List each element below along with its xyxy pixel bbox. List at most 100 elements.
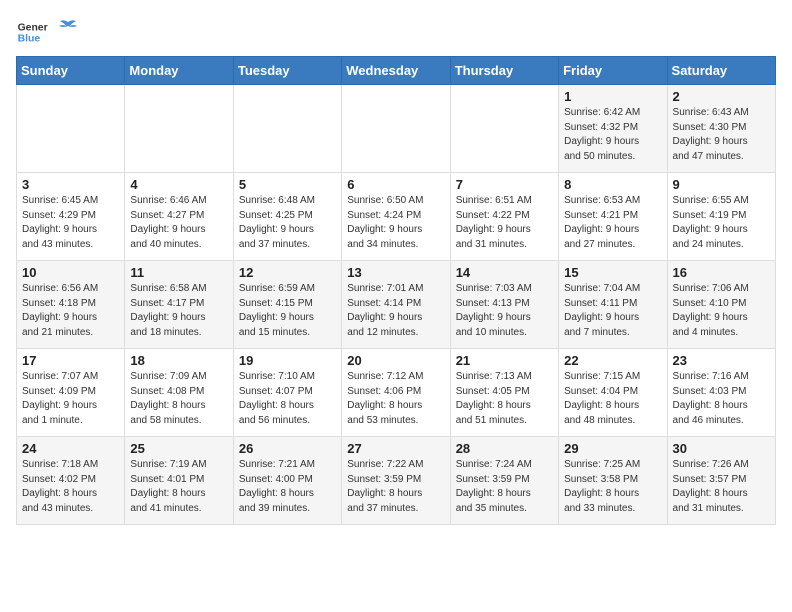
calendar-cell: 17 Sunrise: 7:07 AM Sunset: 4:09 PM Dayli…	[17, 349, 125, 437]
day-number: 25	[130, 441, 227, 456]
day-number: 15	[564, 265, 661, 280]
calendar-cell: 27 Sunrise: 7:22 AM Sunset: 3:59 PM Dayli…	[342, 437, 450, 525]
calendar-cell: 25 Sunrise: 7:19 AM Sunset: 4:01 PM Dayli…	[125, 437, 233, 525]
calendar-cell: 5 Sunrise: 6:48 AM Sunset: 4:25 PM Daylig…	[233, 173, 341, 261]
day-info: Sunrise: 7:09 AM Sunset: 4:08 PM Dayligh…	[130, 370, 227, 428]
day-info: Sunrise: 6:51 AM Sunset: 4:22 PM Dayligh…	[456, 194, 553, 252]
calendar-cell: 26 Sunrise: 7:21 AM Sunset: 4:00 PM Dayli…	[233, 437, 341, 525]
calendar-cell: 1 Sunrise: 6:42 AM Sunset: 4:32 PM Daylig…	[559, 85, 667, 173]
calendar-cell: 12 Sunrise: 6:59 AM Sunset: 4:15 PM Dayli…	[233, 261, 341, 349]
day-number: 17	[22, 353, 119, 368]
day-info: Sunrise: 7:24 AM Sunset: 3:59 PM Dayligh…	[456, 458, 553, 516]
day-number: 10	[22, 265, 119, 280]
day-number: 26	[239, 441, 336, 456]
day-info: Sunrise: 7:06 AM Sunset: 4:10 PM Dayligh…	[673, 282, 770, 340]
day-number: 3	[22, 177, 119, 192]
calendar-cell: 2Sunrise: 6:43 AM Sunset: 4:30 PM Daylig…	[667, 85, 775, 173]
day-info: Sunrise: 6:59 AM Sunset: 4:15 PM Dayligh…	[239, 282, 336, 340]
week-row-1: 1 Sunrise: 6:42 AM Sunset: 4:32 PM Daylig…	[17, 85, 776, 173]
page-header: General Blue	[16, 16, 776, 48]
calendar-cell: 6Sunrise: 6:50 AM Sunset: 4:24 PM Daylig…	[342, 173, 450, 261]
week-row-2: 3 Sunrise: 6:45 AM Sunset: 4:29 PM Daylig…	[17, 173, 776, 261]
calendar-cell	[17, 85, 125, 173]
calendar-cell: 10 Sunrise: 6:56 AM Sunset: 4:18 PM Dayli…	[17, 261, 125, 349]
calendar-cell: 9 Sunrise: 6:55 AM Sunset: 4:19 PM Daylig…	[667, 173, 775, 261]
day-info: Sunrise: 7:19 AM Sunset: 4:01 PM Dayligh…	[130, 458, 227, 516]
calendar-cell: 15 Sunrise: 7:04 AM Sunset: 4:11 PM Dayli…	[559, 261, 667, 349]
calendar-cell: 20 Sunrise: 7:12 AM Sunset: 4:06 PM Dayli…	[342, 349, 450, 437]
calendar-cell	[342, 85, 450, 173]
day-info: Sunrise: 7:26 AM Sunset: 3:57 PM Dayligh…	[673, 458, 770, 516]
day-info: Sunrise: 7:07 AM Sunset: 4:09 PM Dayligh…	[22, 370, 119, 428]
day-number: 16	[673, 265, 770, 280]
day-info: Sunrise: 6:46 AM Sunset: 4:27 PM Dayligh…	[130, 194, 227, 252]
day-info: Sunrise: 6:45 AM Sunset: 4:29 PM Dayligh…	[22, 194, 119, 252]
header-thursday: Thursday	[450, 57, 558, 85]
calendar-cell	[233, 85, 341, 173]
day-number: 20	[347, 353, 444, 368]
header-tuesday: Tuesday	[233, 57, 341, 85]
calendar-cell: 19 Sunrise: 7:10 AM Sunset: 4:07 PM Dayli…	[233, 349, 341, 437]
day-info: Sunrise: 6:53 AM Sunset: 4:21 PM Dayligh…	[564, 194, 661, 252]
calendar-cell: 4 Sunrise: 6:46 AM Sunset: 4:27 PM Daylig…	[125, 173, 233, 261]
day-number: 18	[130, 353, 227, 368]
day-number: 9	[673, 177, 770, 192]
calendar-header-row: SundayMondayTuesdayWednesdayThursdayFrid…	[17, 57, 776, 85]
day-number: 14	[456, 265, 553, 280]
day-number: 19	[239, 353, 336, 368]
day-info: Sunrise: 7:25 AM Sunset: 3:58 PM Dayligh…	[564, 458, 661, 516]
calendar-table: SundayMondayTuesdayWednesdayThursdayFrid…	[16, 56, 776, 525]
day-number: 11	[130, 265, 227, 280]
calendar-cell: 23Sunrise: 7:16 AM Sunset: 4:03 PM Dayli…	[667, 349, 775, 437]
day-info: Sunrise: 6:58 AM Sunset: 4:17 PM Dayligh…	[130, 282, 227, 340]
calendar-cell: 3 Sunrise: 6:45 AM Sunset: 4:29 PM Daylig…	[17, 173, 125, 261]
day-number: 22	[564, 353, 661, 368]
calendar-cell: 22 Sunrise: 7:15 AM Sunset: 4:04 PM Dayli…	[559, 349, 667, 437]
day-number: 5	[239, 177, 336, 192]
calendar-cell: 8 Sunrise: 6:53 AM Sunset: 4:21 PM Daylig…	[559, 173, 667, 261]
day-info: Sunrise: 6:48 AM Sunset: 4:25 PM Dayligh…	[239, 194, 336, 252]
day-info: Sunrise: 7:21 AM Sunset: 4:00 PM Dayligh…	[239, 458, 336, 516]
day-number: 12	[239, 265, 336, 280]
day-info: Sunrise: 7:22 AM Sunset: 3:59 PM Dayligh…	[347, 458, 444, 516]
calendar-cell: 13Sunrise: 7:01 AM Sunset: 4:14 PM Dayli…	[342, 261, 450, 349]
day-info: Sunrise: 7:03 AM Sunset: 4:13 PM Dayligh…	[456, 282, 553, 340]
calendar-cell	[125, 85, 233, 173]
svg-text:Blue: Blue	[18, 34, 41, 45]
calendar-cell: 7Sunrise: 6:51 AM Sunset: 4:22 PM Daylig…	[450, 173, 558, 261]
day-number: 27	[347, 441, 444, 456]
day-info: Sunrise: 7:10 AM Sunset: 4:07 PM Dayligh…	[239, 370, 336, 428]
day-number: 8	[564, 177, 661, 192]
calendar-cell: 11 Sunrise: 6:58 AM Sunset: 4:17 PM Dayli…	[125, 261, 233, 349]
day-number: 4	[130, 177, 227, 192]
header-wednesday: Wednesday	[342, 57, 450, 85]
calendar-cell: 16 Sunrise: 7:06 AM Sunset: 4:10 PM Dayli…	[667, 261, 775, 349]
day-info: Sunrise: 6:55 AM Sunset: 4:19 PM Dayligh…	[673, 194, 770, 252]
day-number: 2	[673, 89, 770, 104]
calendar-cell	[450, 85, 558, 173]
calendar-cell: 30Sunrise: 7:26 AM Sunset: 3:57 PM Dayli…	[667, 437, 775, 525]
day-number: 6	[347, 177, 444, 192]
header-saturday: Saturday	[667, 57, 775, 85]
day-number: 1	[564, 89, 661, 104]
day-info: Sunrise: 7:18 AM Sunset: 4:02 PM Dayligh…	[22, 458, 119, 516]
calendar-cell: 24 Sunrise: 7:18 AM Sunset: 4:02 PM Dayli…	[17, 437, 125, 525]
day-info: Sunrise: 6:42 AM Sunset: 4:32 PM Dayligh…	[564, 106, 661, 164]
week-row-3: 10 Sunrise: 6:56 AM Sunset: 4:18 PM Dayli…	[17, 261, 776, 349]
day-info: Sunrise: 7:16 AM Sunset: 4:03 PM Dayligh…	[673, 370, 770, 428]
header-friday: Friday	[559, 57, 667, 85]
day-info: Sunrise: 7:13 AM Sunset: 4:05 PM Dayligh…	[456, 370, 553, 428]
day-info: Sunrise: 7:04 AM Sunset: 4:11 PM Dayligh…	[564, 282, 661, 340]
day-number: 28	[456, 441, 553, 456]
day-number: 24	[22, 441, 119, 456]
calendar-cell: 21Sunrise: 7:13 AM Sunset: 4:05 PM Dayli…	[450, 349, 558, 437]
day-info: Sunrise: 7:12 AM Sunset: 4:06 PM Dayligh…	[347, 370, 444, 428]
day-info: Sunrise: 6:56 AM Sunset: 4:18 PM Dayligh…	[22, 282, 119, 340]
day-number: 29	[564, 441, 661, 456]
logo: General Blue	[16, 16, 78, 48]
svg-text:General: General	[18, 22, 48, 33]
day-number: 13	[347, 265, 444, 280]
calendar-cell: 29 Sunrise: 7:25 AM Sunset: 3:58 PM Dayli…	[559, 437, 667, 525]
header-sunday: Sunday	[17, 57, 125, 85]
day-info: Sunrise: 7:15 AM Sunset: 4:04 PM Dayligh…	[564, 370, 661, 428]
